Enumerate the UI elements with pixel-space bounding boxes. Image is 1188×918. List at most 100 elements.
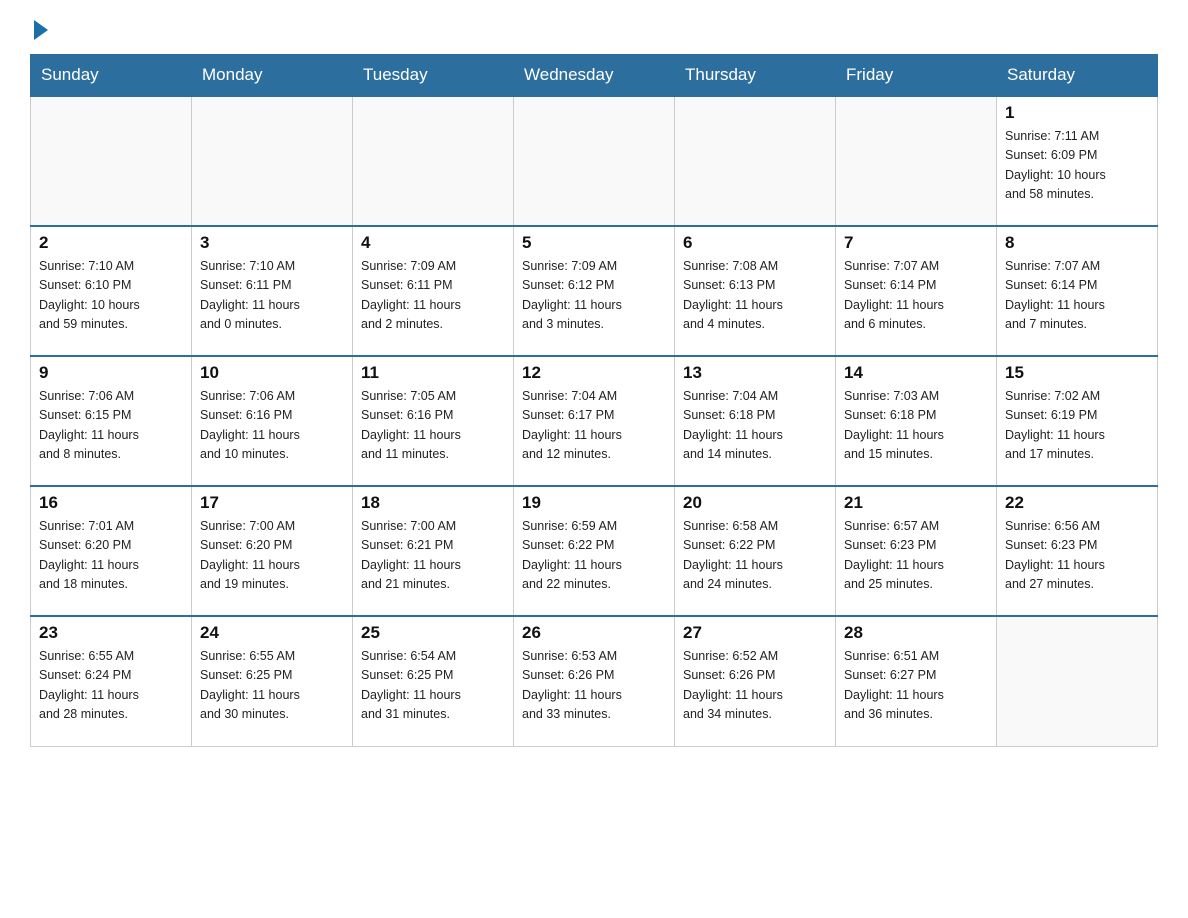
day-info: Sunrise: 7:04 AM Sunset: 6:17 PM Dayligh…: [522, 387, 666, 465]
calendar-cell: [514, 96, 675, 226]
day-header-saturday: Saturday: [997, 55, 1158, 97]
calendar-cell: [31, 96, 192, 226]
day-number: 3: [200, 233, 344, 253]
day-info: Sunrise: 7:04 AM Sunset: 6:18 PM Dayligh…: [683, 387, 827, 465]
day-info: Sunrise: 6:52 AM Sunset: 6:26 PM Dayligh…: [683, 647, 827, 725]
day-number: 8: [1005, 233, 1149, 253]
day-number: 7: [844, 233, 988, 253]
day-info: Sunrise: 7:03 AM Sunset: 6:18 PM Dayligh…: [844, 387, 988, 465]
day-number: 10: [200, 363, 344, 383]
day-info: Sunrise: 6:54 AM Sunset: 6:25 PM Dayligh…: [361, 647, 505, 725]
day-number: 11: [361, 363, 505, 383]
day-header-sunday: Sunday: [31, 55, 192, 97]
day-info: Sunrise: 6:55 AM Sunset: 6:24 PM Dayligh…: [39, 647, 183, 725]
calendar-table: SundayMondayTuesdayWednesdayThursdayFrid…: [30, 54, 1158, 747]
calendar-cell: [353, 96, 514, 226]
calendar-cell: 28Sunrise: 6:51 AM Sunset: 6:27 PM Dayli…: [836, 616, 997, 746]
calendar-cell: 27Sunrise: 6:52 AM Sunset: 6:26 PM Dayli…: [675, 616, 836, 746]
calendar-cell: [836, 96, 997, 226]
day-number: 18: [361, 493, 505, 513]
day-header-wednesday: Wednesday: [514, 55, 675, 97]
calendar-cell: 15 Sunrise: 7:02 AM Sunset: 6:19 PM Dayli…: [997, 356, 1158, 486]
calendar-cell: 4 Sunrise: 7:09 AM Sunset: 6:11 PM Daylig…: [353, 226, 514, 356]
day-info: Sunrise: 7:07 AM Sunset: 6:14 PM Dayligh…: [1005, 257, 1149, 335]
logo-general-text: [30, 20, 48, 40]
calendar-week-row: 2 Sunrise: 7:10 AM Sunset: 6:10 PM Daylig…: [31, 226, 1158, 356]
calendar-cell: 16 Sunrise: 7:01 AM Sunset: 6:20 PM Dayli…: [31, 486, 192, 616]
day-info: Sunrise: 7:02 AM Sunset: 6:19 PM Dayligh…: [1005, 387, 1149, 465]
day-info: Sunrise: 7:05 AM Sunset: 6:16 PM Dayligh…: [361, 387, 505, 465]
day-info: Sunrise: 6:53 AM Sunset: 6:26 PM Dayligh…: [522, 647, 666, 725]
calendar-cell: 9Sunrise: 7:06 AM Sunset: 6:15 PM Daylig…: [31, 356, 192, 486]
calendar-cell: 7 Sunrise: 7:07 AM Sunset: 6:14 PM Daylig…: [836, 226, 997, 356]
day-number: 22: [1005, 493, 1149, 513]
calendar-cell: 24 Sunrise: 6:55 AM Sunset: 6:25 PM Dayli…: [192, 616, 353, 746]
calendar-cell: 3 Sunrise: 7:10 AM Sunset: 6:11 PM Daylig…: [192, 226, 353, 356]
day-info: Sunrise: 7:00 AM Sunset: 6:21 PM Dayligh…: [361, 517, 505, 595]
calendar-cell: 6 Sunrise: 7:08 AM Sunset: 6:13 PM Daylig…: [675, 226, 836, 356]
day-info: Sunrise: 7:00 AM Sunset: 6:20 PM Dayligh…: [200, 517, 344, 595]
day-info: Sunrise: 7:09 AM Sunset: 6:12 PM Dayligh…: [522, 257, 666, 335]
day-number: 14: [844, 363, 988, 383]
day-info: Sunrise: 7:07 AM Sunset: 6:14 PM Dayligh…: [844, 257, 988, 335]
logo: [30, 20, 48, 34]
day-info: Sunrise: 6:59 AM Sunset: 6:22 PM Dayligh…: [522, 517, 666, 595]
day-number: 17: [200, 493, 344, 513]
logo-arrow-icon: [34, 20, 48, 40]
day-number: 13: [683, 363, 827, 383]
day-number: 2: [39, 233, 183, 253]
calendar-cell: 20 Sunrise: 6:58 AM Sunset: 6:22 PM Dayli…: [675, 486, 836, 616]
day-number: 28: [844, 623, 988, 643]
day-number: 6: [683, 233, 827, 253]
day-number: 24: [200, 623, 344, 643]
day-number: 21: [844, 493, 988, 513]
day-number: 4: [361, 233, 505, 253]
day-number: 5: [522, 233, 666, 253]
calendar-cell: 10 Sunrise: 7:06 AM Sunset: 6:16 PM Dayli…: [192, 356, 353, 486]
calendar-cell: 25 Sunrise: 6:54 AM Sunset: 6:25 PM Dayli…: [353, 616, 514, 746]
day-info: Sunrise: 7:06 AM Sunset: 6:15 PM Dayligh…: [39, 387, 183, 465]
day-info: Sunrise: 7:10 AM Sunset: 6:11 PM Dayligh…: [200, 257, 344, 335]
day-info: Sunrise: 7:01 AM Sunset: 6:20 PM Dayligh…: [39, 517, 183, 595]
day-info: Sunrise: 7:11 AM Sunset: 6:09 PM Dayligh…: [1005, 127, 1149, 205]
page-header: [30, 20, 1158, 34]
calendar-cell: 18 Sunrise: 7:00 AM Sunset: 6:21 PM Dayli…: [353, 486, 514, 616]
calendar-cell: 8 Sunrise: 7:07 AM Sunset: 6:14 PM Daylig…: [997, 226, 1158, 356]
day-number: 23: [39, 623, 183, 643]
day-number: 20: [683, 493, 827, 513]
calendar-week-row: 9Sunrise: 7:06 AM Sunset: 6:15 PM Daylig…: [31, 356, 1158, 486]
calendar-cell: 5 Sunrise: 7:09 AM Sunset: 6:12 PM Daylig…: [514, 226, 675, 356]
day-info: Sunrise: 6:55 AM Sunset: 6:25 PM Dayligh…: [200, 647, 344, 725]
day-number: 19: [522, 493, 666, 513]
calendar-cell: 23 Sunrise: 6:55 AM Sunset: 6:24 PM Dayli…: [31, 616, 192, 746]
calendar-cell: 12 Sunrise: 7:04 AM Sunset: 6:17 PM Dayli…: [514, 356, 675, 486]
day-header-thursday: Thursday: [675, 55, 836, 97]
day-info: Sunrise: 7:06 AM Sunset: 6:16 PM Dayligh…: [200, 387, 344, 465]
calendar-cell: 26Sunrise: 6:53 AM Sunset: 6:26 PM Dayli…: [514, 616, 675, 746]
calendar-header-row: SundayMondayTuesdayWednesdayThursdayFrid…: [31, 55, 1158, 97]
calendar-cell: [997, 616, 1158, 746]
day-number: 15: [1005, 363, 1149, 383]
day-header-monday: Monday: [192, 55, 353, 97]
day-info: Sunrise: 6:58 AM Sunset: 6:22 PM Dayligh…: [683, 517, 827, 595]
calendar-week-row: 16 Sunrise: 7:01 AM Sunset: 6:20 PM Dayli…: [31, 486, 1158, 616]
day-info: Sunrise: 7:08 AM Sunset: 6:13 PM Dayligh…: [683, 257, 827, 335]
calendar-cell: 14 Sunrise: 7:03 AM Sunset: 6:18 PM Dayli…: [836, 356, 997, 486]
day-number: 12: [522, 363, 666, 383]
day-number: 16: [39, 493, 183, 513]
day-info: Sunrise: 7:10 AM Sunset: 6:10 PM Dayligh…: [39, 257, 183, 335]
calendar-cell: 21 Sunrise: 6:57 AM Sunset: 6:23 PM Dayli…: [836, 486, 997, 616]
day-info: Sunrise: 7:09 AM Sunset: 6:11 PM Dayligh…: [361, 257, 505, 335]
day-number: 25: [361, 623, 505, 643]
calendar-cell: 13 Sunrise: 7:04 AM Sunset: 6:18 PM Dayli…: [675, 356, 836, 486]
calendar-cell: 1 Sunrise: 7:11 AM Sunset: 6:09 PM Daylig…: [997, 96, 1158, 226]
calendar-cell: [675, 96, 836, 226]
day-header-friday: Friday: [836, 55, 997, 97]
calendar-cell: 19 Sunrise: 6:59 AM Sunset: 6:22 PM Dayli…: [514, 486, 675, 616]
day-info: Sunrise: 6:56 AM Sunset: 6:23 PM Dayligh…: [1005, 517, 1149, 595]
day-number: 1: [1005, 103, 1149, 123]
calendar-week-row: 1 Sunrise: 7:11 AM Sunset: 6:09 PM Daylig…: [31, 96, 1158, 226]
calendar-cell: 2 Sunrise: 7:10 AM Sunset: 6:10 PM Daylig…: [31, 226, 192, 356]
calendar-cell: 22 Sunrise: 6:56 AM Sunset: 6:23 PM Dayli…: [997, 486, 1158, 616]
day-info: Sunrise: 6:57 AM Sunset: 6:23 PM Dayligh…: [844, 517, 988, 595]
